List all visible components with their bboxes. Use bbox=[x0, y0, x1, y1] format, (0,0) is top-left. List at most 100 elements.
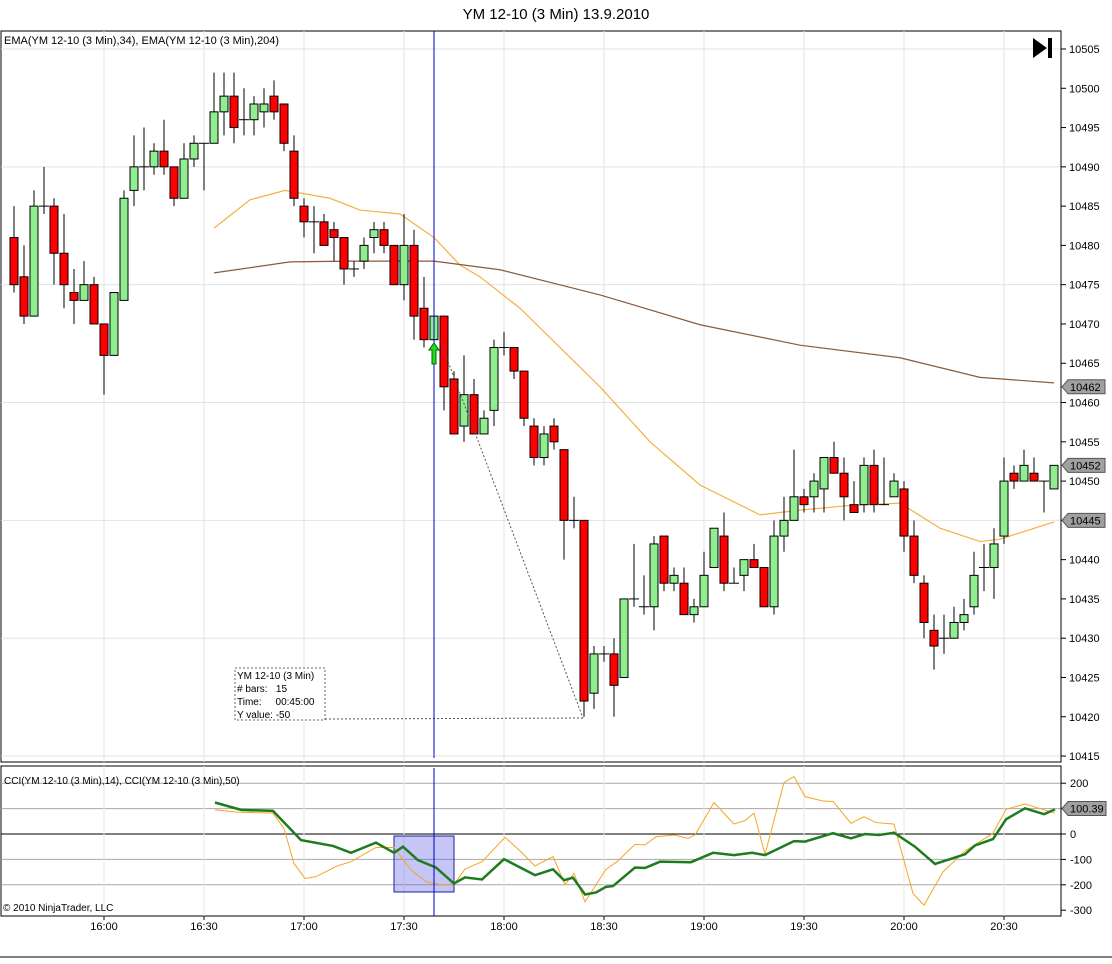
price-tick-label: 10495 bbox=[1069, 123, 1100, 135]
candle-body-down bbox=[289, 150, 299, 199]
candle-body-down bbox=[869, 464, 879, 506]
candle-body-up bbox=[889, 480, 899, 498]
price-tick-label: 10505 bbox=[1069, 44, 1100, 56]
candle-body-up bbox=[489, 347, 499, 411]
candle-body-down bbox=[549, 425, 559, 443]
price-panel-label: EMA(YM 12-10 (3 Min),34), EMA(YM 12-10 (… bbox=[4, 35, 279, 47]
candle-body-up bbox=[209, 111, 219, 144]
price-tick-label: 10485 bbox=[1069, 201, 1100, 213]
candle-body-down bbox=[519, 370, 529, 419]
highlight-rectangle[interactable] bbox=[393, 835, 455, 893]
price-tick-label: 10500 bbox=[1069, 83, 1100, 95]
price-tick-label: 10415 bbox=[1069, 751, 1100, 763]
time-tick-label: 20:30 bbox=[990, 921, 1018, 933]
candle-body-up bbox=[179, 158, 189, 199]
price-tick-label: 10490 bbox=[1069, 162, 1100, 174]
candle-body-up bbox=[119, 197, 129, 301]
candle-body-down bbox=[99, 323, 109, 356]
price-tick-label: 10425 bbox=[1069, 672, 1100, 684]
candle-body-up bbox=[649, 543, 659, 608]
candle-body-down bbox=[799, 496, 809, 506]
cci-tick-label: 0 bbox=[1070, 829, 1076, 841]
candle bbox=[859, 457, 869, 513]
candle-body-down bbox=[89, 284, 99, 325]
time-tick-label: 19:30 bbox=[790, 921, 818, 933]
price-panel[interactable]: EMA(YM 12-10 (3 Min),34), EMA(YM 12-10 (… bbox=[0, 30, 1062, 763]
candle-body-up bbox=[779, 519, 789, 537]
candle bbox=[579, 519, 589, 717]
candle-body-up bbox=[999, 480, 1009, 537]
candle-body-down bbox=[419, 307, 429, 341]
candle-body-up bbox=[819, 457, 829, 490]
ruler-y-value: Y value: -50 bbox=[237, 710, 291, 721]
price-tick-label: 10455 bbox=[1069, 437, 1100, 449]
candle-body-up bbox=[769, 535, 779, 608]
candle-body-down bbox=[59, 252, 69, 286]
candle-body-up bbox=[709, 527, 719, 568]
candle-body-down bbox=[849, 504, 859, 514]
candle bbox=[1049, 464, 1059, 490]
candle-body-down bbox=[409, 244, 419, 317]
candle-body-up bbox=[959, 614, 969, 623]
price-flag-label: 10445 bbox=[1070, 515, 1101, 527]
cci-panel-frame bbox=[0, 765, 1062, 917]
price-flag-label: 10462 bbox=[1070, 382, 1101, 394]
candle bbox=[389, 244, 399, 286]
candle-body-down bbox=[19, 276, 29, 317]
candle-body-down bbox=[449, 378, 459, 435]
candle-body-up bbox=[399, 244, 409, 286]
candle-body-up bbox=[29, 205, 39, 317]
time-tick-label: 16:00 bbox=[90, 921, 118, 933]
candle-body-down bbox=[159, 150, 169, 168]
chart-window: YM 12-10 (3 Min) 13.9.2010 EMA(YM 12-10 … bbox=[0, 0, 1112, 959]
candle-body-down bbox=[469, 394, 479, 435]
candle-body-down bbox=[169, 166, 179, 199]
candle-body-up bbox=[669, 574, 679, 584]
candle bbox=[29, 190, 39, 317]
price-tick-label: 10450 bbox=[1069, 476, 1100, 488]
candle-body-down bbox=[49, 205, 59, 254]
candle-body-down bbox=[389, 244, 399, 286]
candle-body-down bbox=[269, 95, 279, 113]
candle bbox=[449, 371, 459, 435]
price-tick-label: 10465 bbox=[1069, 358, 1100, 370]
time-tick-label: 18:30 bbox=[590, 921, 618, 933]
price-tick-label: 10435 bbox=[1069, 594, 1100, 606]
price-tick-label: 10420 bbox=[1069, 712, 1100, 724]
candle-body-up bbox=[589, 653, 599, 694]
candle-body-up bbox=[259, 103, 269, 113]
candle-body-down bbox=[829, 457, 839, 474]
price-tick-label: 10480 bbox=[1069, 240, 1100, 252]
candle bbox=[759, 566, 769, 608]
candle-body-down bbox=[229, 95, 239, 129]
ruler-time: Time: 00:45:00 bbox=[237, 697, 315, 708]
ruler-instrument: YM 12-10 (3 Min) bbox=[237, 671, 314, 682]
price-tick-label: 10440 bbox=[1069, 555, 1100, 567]
candle-body-down bbox=[69, 292, 79, 301]
candle bbox=[519, 370, 529, 427]
candle-body-up bbox=[149, 150, 159, 168]
cci-value-flag-label: 100.39 bbox=[1070, 804, 1104, 816]
end-bar-icon bbox=[1048, 38, 1052, 58]
candle-body-down bbox=[899, 488, 909, 537]
candle-body-up bbox=[739, 559, 749, 576]
chart-title: YM 12-10 (3 Min) 13.9.2010 bbox=[463, 6, 650, 23]
candle-body-up bbox=[689, 606, 699, 616]
price-panel-frame bbox=[0, 30, 1062, 763]
candle-body-up bbox=[479, 417, 489, 435]
candle-body-down bbox=[839, 472, 849, 498]
candle-body-down bbox=[609, 653, 619, 686]
cci-tick-label: 200 bbox=[1070, 778, 1088, 790]
candle-body-up bbox=[1019, 464, 1029, 482]
copyright-text: © 2010 NinjaTrader, LLC bbox=[3, 903, 113, 914]
candle-body-up bbox=[969, 574, 979, 608]
time-tick-label: 16:30 bbox=[190, 921, 218, 933]
cci-panel[interactable]: CCI(YM 12-10 (3 Min),14), CCI(YM 12-10 (… bbox=[0, 765, 1107, 917]
candle-body-up bbox=[189, 142, 199, 160]
candle-body-down bbox=[749, 559, 759, 568]
candle-body-down bbox=[1029, 472, 1039, 482]
candle-body-up bbox=[619, 598, 629, 678]
candle-body-down bbox=[339, 237, 349, 270]
candle-body-down bbox=[579, 519, 589, 702]
candle-body-up bbox=[859, 464, 869, 506]
